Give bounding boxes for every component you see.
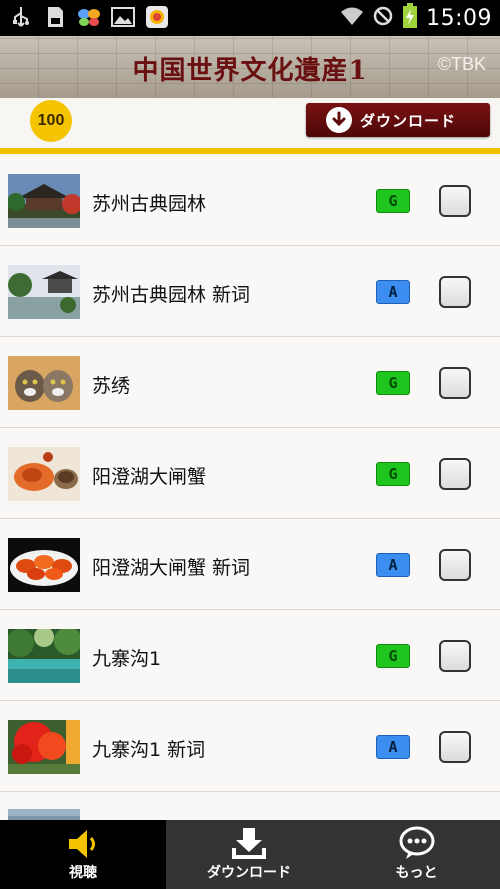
content-list[interactable]: 苏州古典园林 G 苏州古典园林 新词 A 苏绣 G 阳澄湖大闸蟹 G 阳澄湖大闸… xyxy=(0,155,500,820)
speaker-icon xyxy=(0,826,166,862)
nav-tab-listen[interactable]: 視聴 xyxy=(0,820,166,889)
tag-badge: G xyxy=(376,189,410,213)
bottom-nav: 視聴 ダウンロード もっと xyxy=(0,820,500,889)
list-item[interactable]: 九寨沟1 新词 A xyxy=(0,701,500,792)
partial-thumbnail xyxy=(8,807,80,820)
tag-badge: A xyxy=(376,280,410,304)
item-label: 苏绣 xyxy=(92,375,131,397)
nav-label: 視聴 xyxy=(69,865,97,881)
notification-icons xyxy=(8,4,170,30)
list-item[interactable]: 苏州古典园林 新词 A xyxy=(0,246,500,337)
red-autumn-tree-photo xyxy=(8,720,80,774)
wifi-icon xyxy=(340,5,364,31)
crab-platter-photo xyxy=(8,538,80,592)
download-button-label: ダウンロード xyxy=(360,111,457,130)
nav-label: もっと xyxy=(395,865,438,881)
garden-photo xyxy=(8,174,80,228)
copyright-label: ©TBK xyxy=(437,54,486,74)
item-checkbox[interactable] xyxy=(439,367,471,399)
system-icons: 15:09 xyxy=(340,0,492,36)
clock: 15:09 xyxy=(426,5,492,31)
list-item[interactable]: 苏州古典园林 G xyxy=(0,155,500,246)
sd-card-icon xyxy=(42,4,68,30)
item-label: 苏州古典园林 新词 xyxy=(92,284,251,306)
list-item[interactable]: 苏绣 G xyxy=(0,337,500,428)
crab-dish-photo xyxy=(8,447,80,501)
item-label: 九寨沟1 新词 xyxy=(92,739,206,761)
store-app-icon xyxy=(144,4,170,30)
nav-tab-download[interactable]: ダウンロード xyxy=(166,820,332,889)
item-checkbox[interactable] xyxy=(439,276,471,308)
item-checkbox[interactable] xyxy=(439,549,471,581)
embroidered-cats-photo xyxy=(8,356,80,410)
item-checkbox[interactable] xyxy=(439,458,471,490)
item-checkbox[interactable] xyxy=(439,731,471,763)
item-label: 九寨沟1 xyxy=(92,648,162,670)
download-arrow-icon xyxy=(326,107,352,133)
speech-bubble-more-icon xyxy=(333,826,500,862)
divider xyxy=(0,148,500,154)
list-item[interactable]: 九寨沟1 G xyxy=(0,610,500,701)
lake-forest-photo xyxy=(8,629,80,683)
tag-badge: G xyxy=(376,462,410,486)
garden-pavilion-photo xyxy=(8,265,80,319)
item-label: 苏州古典园林 xyxy=(92,193,207,215)
item-label: 阳澄湖大闸蟹 xyxy=(92,466,207,488)
tag-badge: G xyxy=(376,644,410,668)
status-bar: 15:09 xyxy=(0,0,500,36)
tag-badge: A xyxy=(376,735,410,759)
list-item[interactable]: 阳澄湖大闸蟹 新词 A xyxy=(0,519,500,610)
page-title: 中国世界文化遺産1 xyxy=(132,56,368,86)
tag-badge: A xyxy=(376,553,410,577)
butterfly-app-icon xyxy=(76,4,102,30)
nav-label: ダウンロード xyxy=(207,865,291,881)
usb-icon xyxy=(8,4,34,30)
list-item-partial[interactable] xyxy=(0,792,500,820)
nav-tab-more[interactable]: もっと xyxy=(333,820,500,889)
download-tray-icon xyxy=(166,826,332,862)
tag-badge: G xyxy=(376,371,410,395)
list-item[interactable]: 阳澄湖大闸蟹 G xyxy=(0,428,500,519)
item-checkbox[interactable] xyxy=(439,640,471,672)
item-label: 阳澄湖大闸蟹 新词 xyxy=(92,557,251,579)
blocked-icon xyxy=(372,5,394,31)
title-header: 中国世界文化遺産1 ©TBK xyxy=(0,36,500,99)
item-checkbox[interactable] xyxy=(439,185,471,217)
download-button[interactable]: ダウンロード xyxy=(306,103,490,137)
count-badge: 100 xyxy=(30,100,72,142)
image-icon xyxy=(110,4,136,30)
battery-charging-icon xyxy=(402,3,418,33)
